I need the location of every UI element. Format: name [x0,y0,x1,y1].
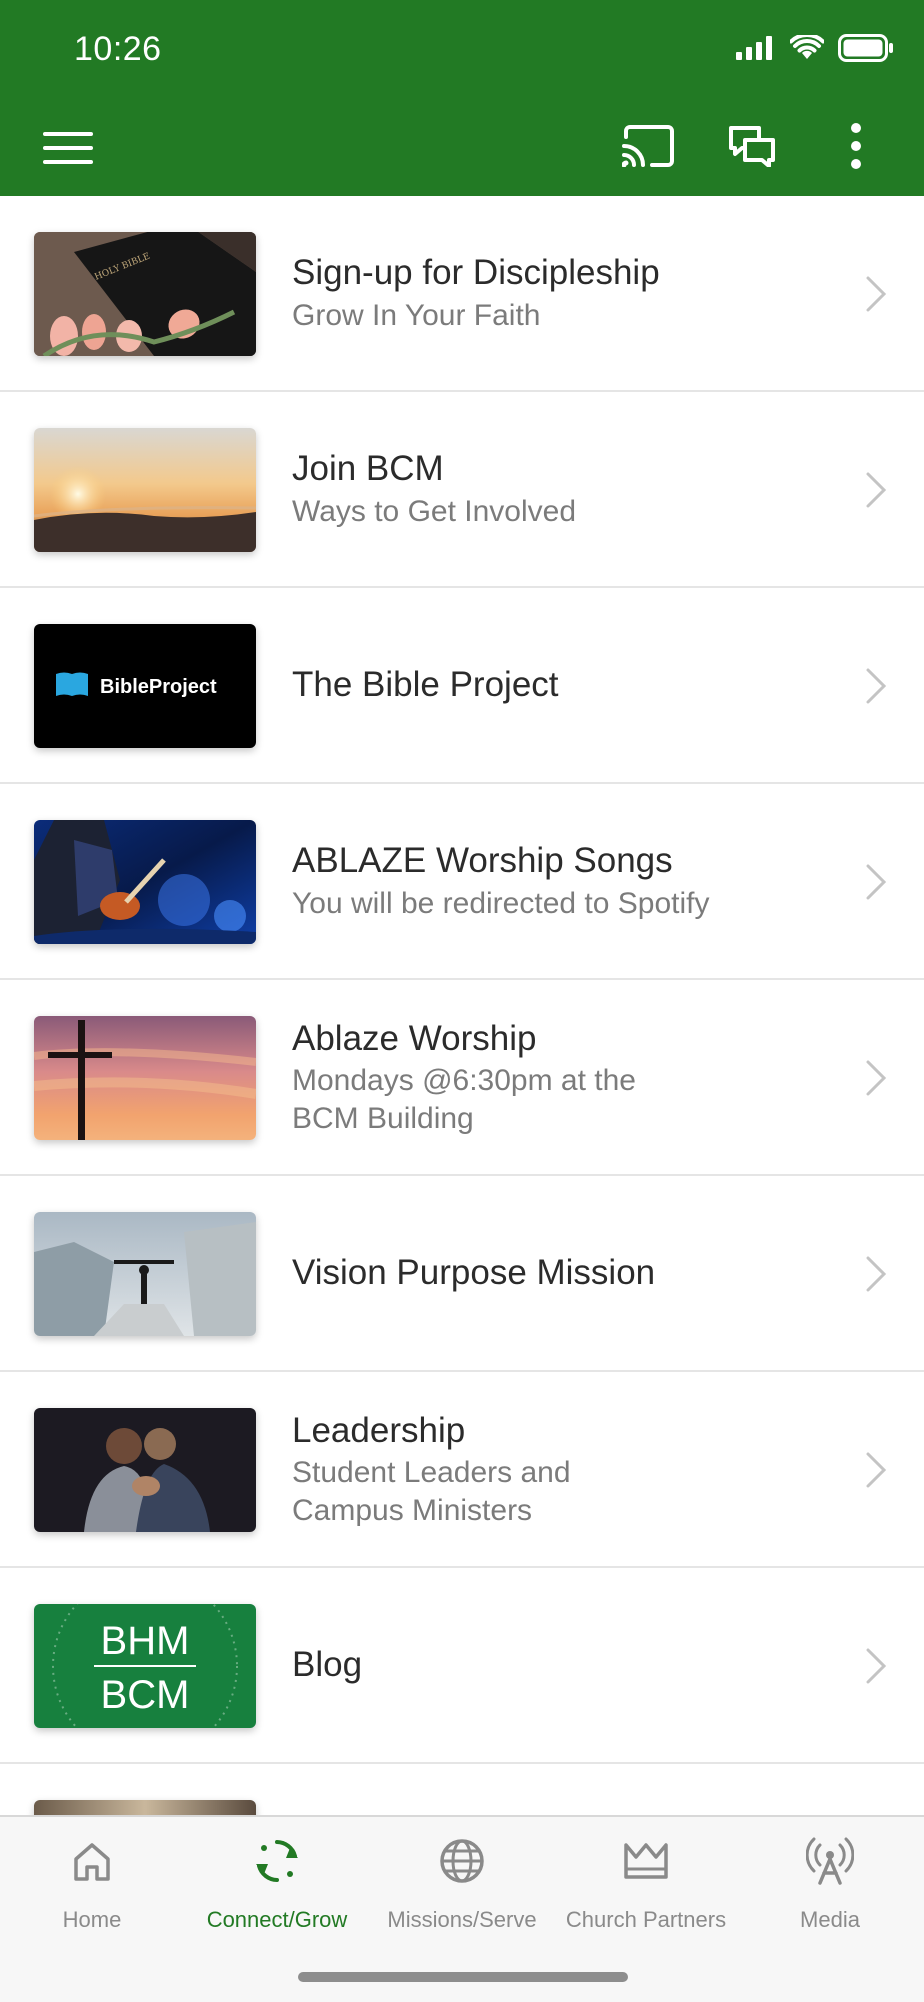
tab-label: Church Partners [565,1907,727,1932]
status-time: 10:26 [74,30,162,68]
sunrise-thumbnail [34,428,256,552]
guitarist-thumbnail [34,820,256,944]
chevron-right-icon [866,864,887,900]
content-list: HOLY BIBLE Sign-up for Discipleship Grow… [0,196,924,1816]
list-item[interactable]: Join BCM Ways to Get Involved [0,392,924,588]
partial-thumbnail [34,1800,256,1816]
battery-icon [838,34,894,67]
cast-button[interactable] [620,120,676,176]
chevron-right-icon [866,1256,887,1292]
tab-home[interactable]: Home [0,1833,184,1953]
mountain-peak-thumbnail [34,1212,256,1336]
tab-church-partners[interactable]: Church Partners [554,1833,738,1953]
list-item-partial[interactable] [0,1764,924,1816]
wifi-icon [789,33,825,66]
tab-label: Missions/Serve [387,1907,537,1932]
signal-icon [736,36,776,65]
cast-icon [621,124,674,172]
item-title: ABLAZE Worship Songs [292,841,673,881]
bhm-bcm-logo-thumbnail: BHM BCM [34,1604,256,1728]
cross-sunset-thumbnail [34,1016,256,1140]
bibleproject-logo-thumbnail: BibleProject [34,624,256,748]
item-title: The Bible Project [292,665,559,705]
hamburger-menu-icon [43,131,93,169]
list-item[interactable]: Leadership Student Leaders and Campus Mi… [0,1372,924,1568]
item-title: Sign-up for Discipleship [292,253,660,293]
tab-connect-grow[interactable]: Connect/Grow [185,1833,369,1953]
chevron-right-icon [866,472,887,508]
home-icon [70,1839,114,1888]
list-item[interactable]: BHM BCM Blog [0,1568,924,1764]
item-title: Leadership [292,1410,466,1450]
refresh-cycle-icon [252,1836,302,1891]
more-options-button[interactable] [828,120,884,176]
item-subtitle-line2: BCM Building [292,1101,474,1135]
chevron-right-icon [866,1060,887,1096]
item-title: Vision Purpose Mission [292,1253,656,1293]
item-title: Ablaze Worship [292,1018,537,1058]
list-item[interactable]: BibleProject The Bible Project [0,588,924,784]
logo-line-1: BHM [101,1619,190,1663]
chevron-right-icon [866,276,887,312]
tab-label: Media [800,1907,860,1932]
more-vertical-icon [850,122,862,174]
home-indicator [298,1972,628,1982]
chevron-right-icon [866,1648,887,1684]
holy-bible-thumbnail: HOLY BIBLE [34,232,256,356]
list-item[interactable]: ABLAZE Worship Songs You will be redirec… [0,784,924,980]
item-title: Join BCM [292,449,444,489]
item-subtitle: Grow In Your Faith [292,299,541,333]
chevron-right-icon [866,668,887,704]
item-subtitle-line2: Campus Ministers [292,1493,533,1527]
list-item[interactable]: Vision Purpose Mission [0,1176,924,1372]
item-subtitle-line1: Student Leaders and [292,1456,571,1490]
chevron-right-icon [866,1452,887,1488]
app-header: 10:26 [0,0,924,196]
crown-icon [622,1839,670,1888]
globe-icon [438,1837,486,1890]
chat-button[interactable] [724,120,780,176]
tab-media[interactable]: Media [738,1833,922,1953]
bibleproject-logo-text: BibleProject [100,676,217,698]
item-subtitle: Ways to Get Involved [292,495,577,529]
menu-button[interactable] [40,122,96,178]
tab-label: Home [62,1907,122,1932]
tab-label: Connect/Grow [206,1907,348,1932]
list-item[interactable]: Ablaze Worship Mondays @6:30pm at the BC… [0,980,924,1176]
broadcast-tower-icon [805,1837,855,1890]
chat-icon [728,125,776,172]
item-subtitle: You will be redirected to Spotify [292,887,710,921]
list-item[interactable]: HOLY BIBLE Sign-up for Discipleship Grow… [0,196,924,392]
item-title: Blog [292,1645,363,1685]
status-indicators [736,33,894,67]
tab-missions-serve[interactable]: Missions/Serve [370,1833,554,1953]
people-praying-thumbnail [34,1408,256,1532]
item-subtitle-line1: Mondays @6:30pm at the [292,1064,636,1098]
logo-line-2: BCM [101,1673,190,1717]
